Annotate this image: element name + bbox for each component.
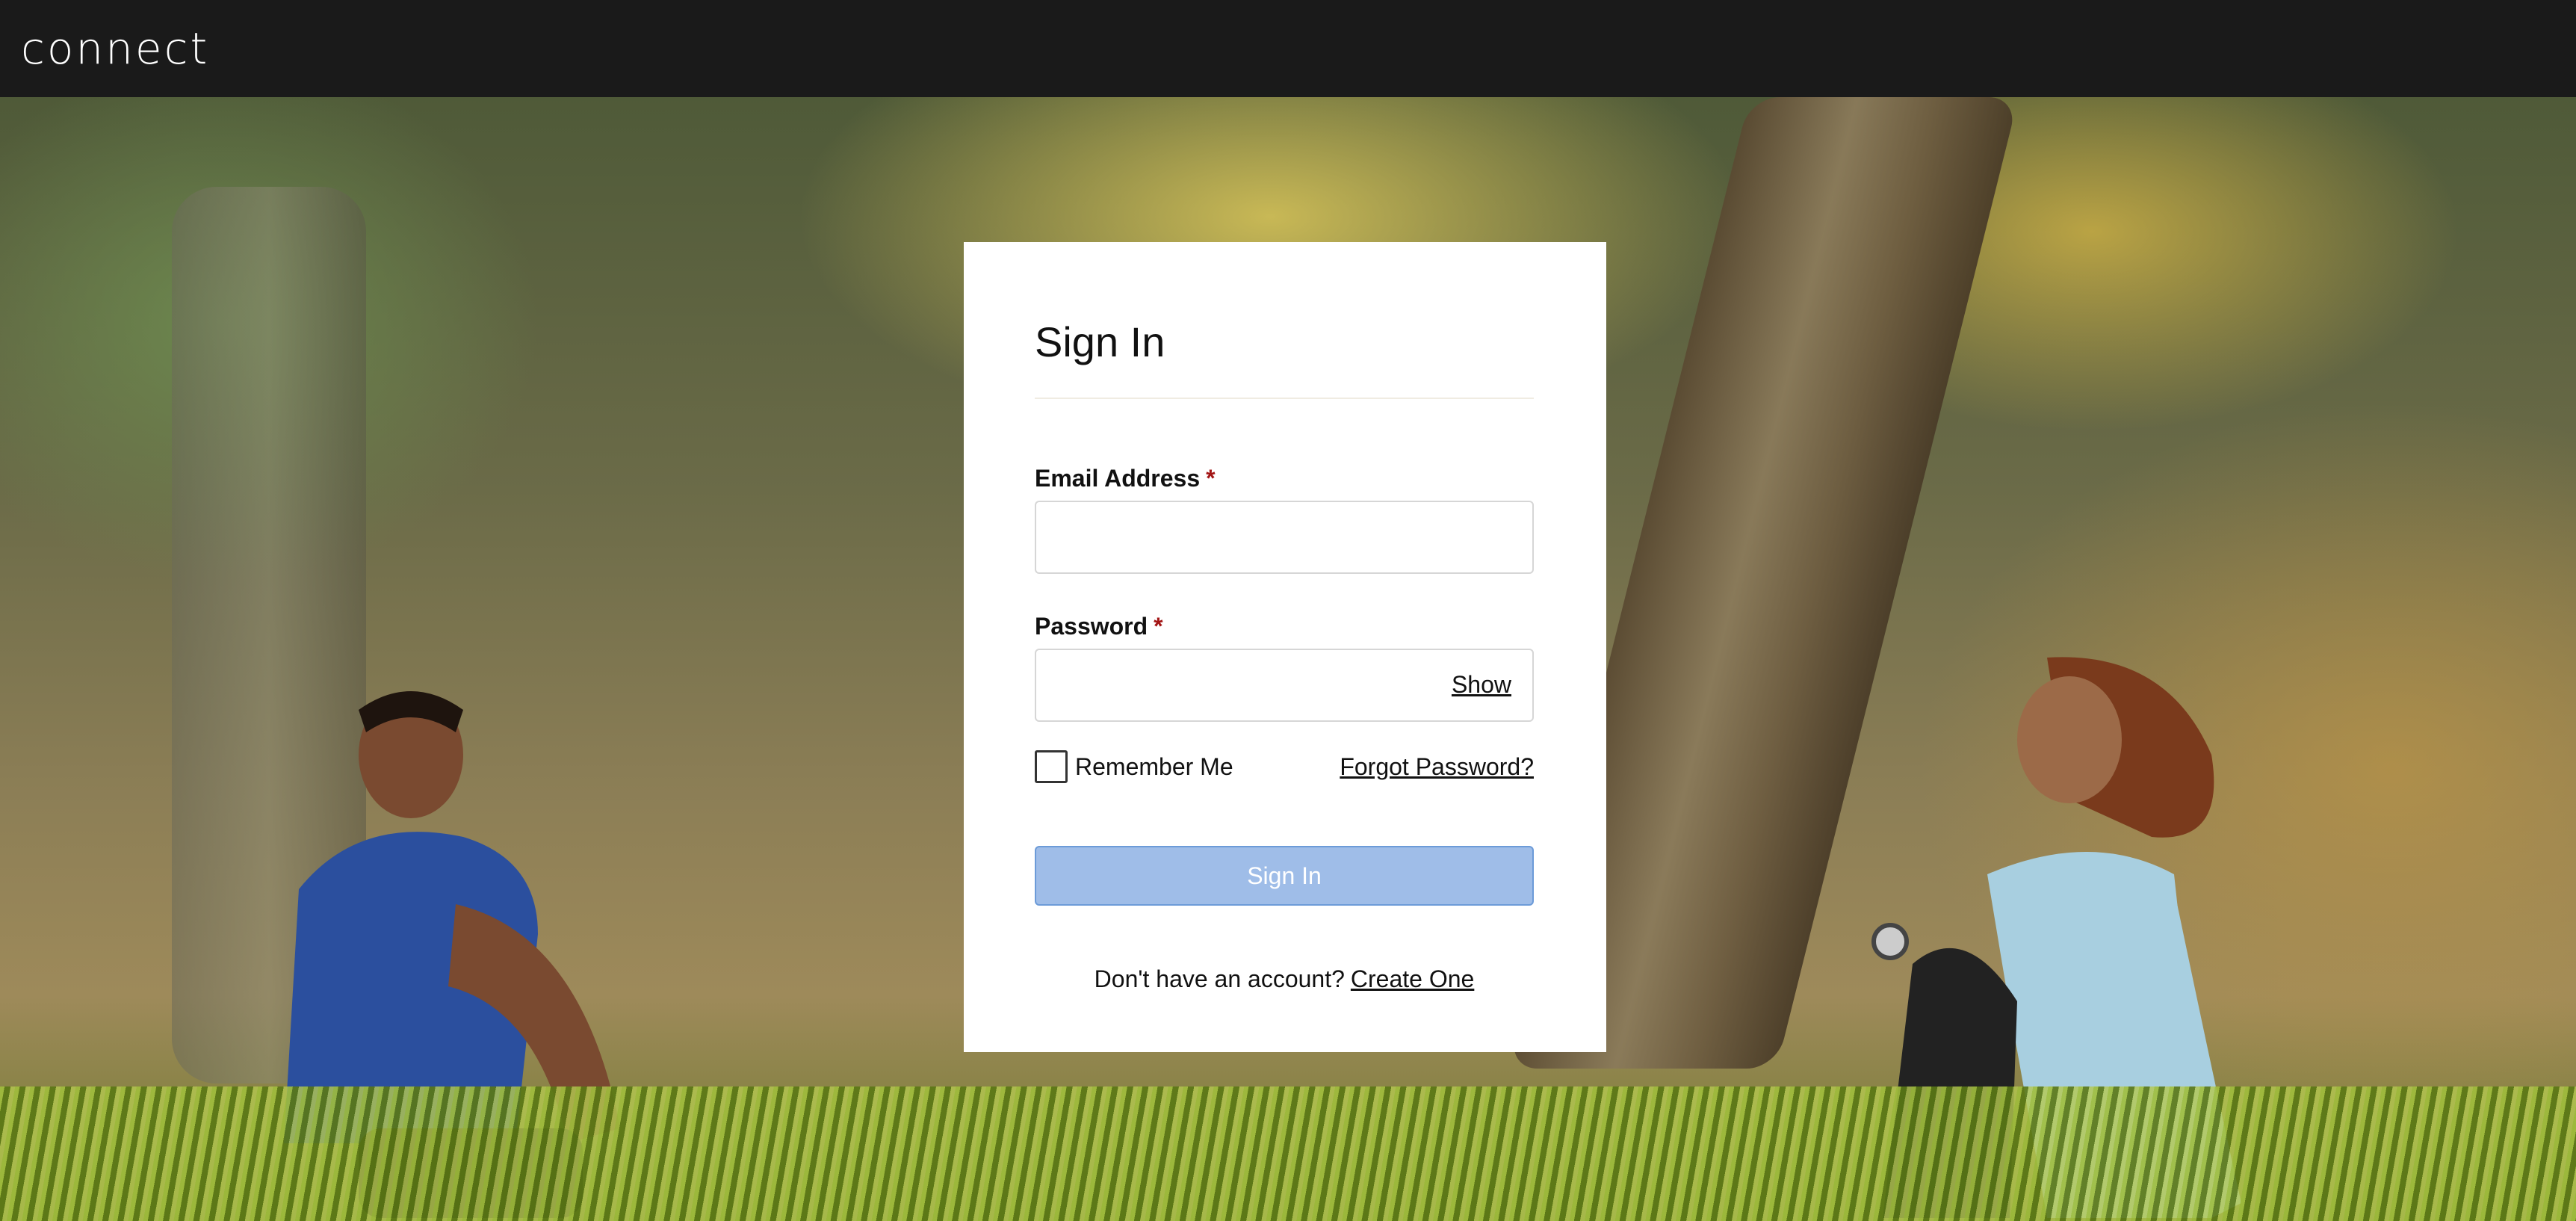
email-label-text: Email Address bbox=[1035, 465, 1201, 492]
heading-divider bbox=[1035, 398, 1534, 399]
no-account-text: Don't have an account? bbox=[1094, 965, 1345, 992]
create-account-link[interactable]: Create One bbox=[1351, 965, 1474, 992]
password-label: Password * bbox=[1035, 611, 1535, 641]
remember-forgot-row: Remember Me Forgot Password? bbox=[1035, 750, 1534, 783]
connect-logo[interactable]: connect bbox=[21, 27, 209, 70]
remember-me-control[interactable]: Remember Me bbox=[1035, 750, 1233, 783]
required-marker: * bbox=[1206, 465, 1216, 492]
email-field-container[interactable] bbox=[1035, 501, 1534, 574]
sign-in-heading: Sign In bbox=[1035, 318, 1165, 365]
show-password-toggle[interactable]: Show bbox=[1452, 671, 1511, 699]
password-label-text: Password bbox=[1035, 613, 1148, 640]
sign-in-button[interactable]: Sign In bbox=[1035, 846, 1534, 906]
remember-me-label[interactable]: Remember Me bbox=[1075, 753, 1233, 781]
create-account-row: Don't have an account? Create One bbox=[1035, 965, 1534, 993]
required-marker: * bbox=[1154, 613, 1163, 640]
grass bbox=[0, 1086, 2576, 1221]
forgot-password-link[interactable]: Forgot Password? bbox=[1340, 753, 1534, 781]
top-bar: connect bbox=[0, 0, 2576, 97]
sign-in-card: Sign In Email Address * Password * Show Re… bbox=[964, 242, 1606, 1052]
password-field-container[interactable]: Show bbox=[1035, 649, 1534, 722]
checkbox-unchecked-icon[interactable] bbox=[1035, 750, 1068, 783]
email-label: Email Address * bbox=[1035, 463, 1535, 493]
email-input[interactable] bbox=[1036, 502, 1532, 572]
